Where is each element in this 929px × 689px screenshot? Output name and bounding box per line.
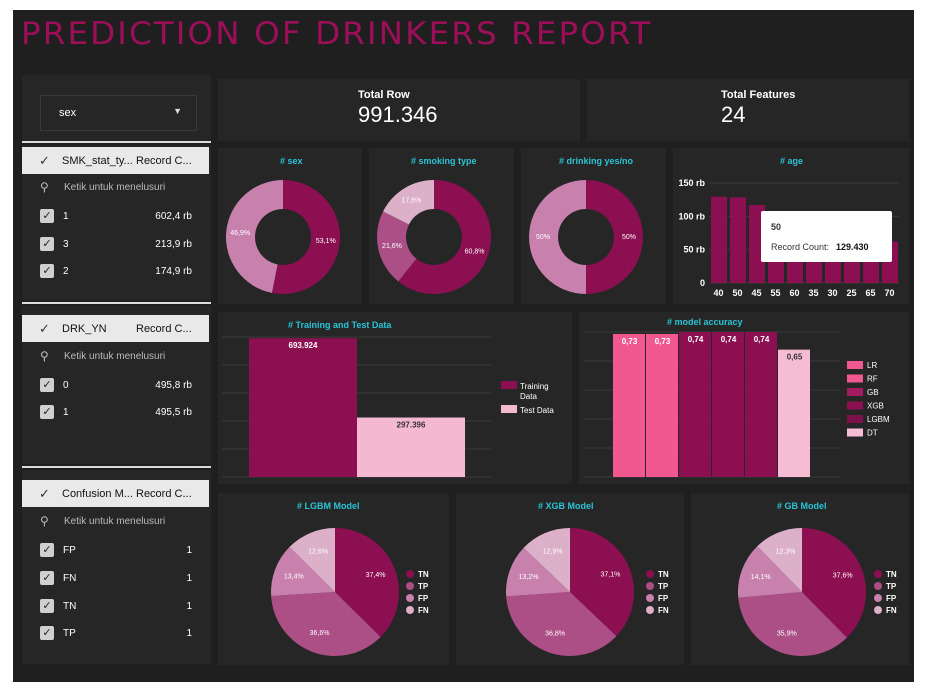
legend-label: Data <box>520 392 537 401</box>
slice-label: 21,6% <box>382 243 402 250</box>
legend-label: TN <box>886 570 897 579</box>
legend-label: FP <box>418 594 429 603</box>
bar <box>745 332 777 477</box>
legend-swatch <box>501 405 517 413</box>
slice-label: 53,1% <box>316 238 336 245</box>
legend-label: FP <box>886 594 897 603</box>
tooltip-title: 50 <box>771 222 781 232</box>
legend-dot <box>406 594 414 602</box>
legend-label: LR <box>867 361 877 370</box>
slice-label: 12,3% <box>775 548 795 555</box>
slice-label: 12,6% <box>308 548 328 555</box>
legend-label: FN <box>658 606 669 615</box>
x-tick-label: 50 <box>732 288 742 298</box>
x-tick-label: 65 <box>865 288 875 298</box>
x-tick-label: 40 <box>713 288 723 298</box>
slice-label: 13,4% <box>284 574 304 581</box>
bar <box>730 197 746 283</box>
y-tick-label: 150 rb <box>678 178 705 188</box>
legend-label: TN <box>658 570 669 579</box>
slice-label: 46,9% <box>230 230 250 237</box>
data-label: 0,74 <box>688 335 704 344</box>
bar <box>646 333 678 477</box>
x-tick-label: 35 <box>808 288 818 298</box>
legend-dot <box>646 606 654 614</box>
legend-label: TP <box>418 582 429 591</box>
bar <box>679 332 711 477</box>
legend-swatch <box>847 415 863 423</box>
x-tick-label: 45 <box>751 288 761 298</box>
legend-label: Test Data <box>520 406 554 415</box>
legend-swatch <box>847 361 863 369</box>
x-tick-label: 70 <box>884 288 894 298</box>
legend-label: XGB <box>867 402 884 411</box>
x-tick-label: 30 <box>827 288 837 298</box>
tooltip-box <box>761 211 892 262</box>
slice-label: 60,8% <box>465 248 485 255</box>
legend-label: FN <box>418 606 429 615</box>
legend-swatch <box>847 374 863 383</box>
legend-label: Training <box>520 382 549 391</box>
legend-dot <box>874 570 882 578</box>
legend-dot <box>646 594 654 602</box>
data-label: 0,65 <box>787 353 803 362</box>
slice-label: 36,6% <box>310 630 330 637</box>
slice-label: 36,8% <box>545 630 565 637</box>
data-label: 0,73 <box>655 337 671 346</box>
data-label: 0,74 <box>754 335 770 344</box>
charts-layer: 53,1% 46,9% 60,8% 21,6% 17,6% 50% 50% 0 50 rb 100… <box>222 178 899 657</box>
legend-label: LGBM <box>867 415 890 424</box>
legend-label: TN <box>418 570 429 579</box>
bar <box>249 338 357 477</box>
legend-dot <box>646 582 654 590</box>
slice-label: 37,1% <box>601 572 621 579</box>
slice-label: 12,9% <box>543 549 563 556</box>
legend-label: FN <box>886 606 897 615</box>
x-tick-label: 60 <box>789 288 799 298</box>
y-tick-label: 50 rb <box>683 245 705 255</box>
legend-label: TP <box>658 582 669 591</box>
legend-dot <box>874 582 882 590</box>
legend-label: RF <box>867 375 878 384</box>
tooltip-label: Record Count: <box>771 242 829 252</box>
x-tick-label: 25 <box>846 288 856 298</box>
legend-swatch <box>847 401 863 410</box>
y-tick-label: 0 <box>700 278 705 288</box>
bar <box>712 332 744 477</box>
bar <box>778 349 810 477</box>
data-label: 0,74 <box>721 335 737 344</box>
tooltip-value: 129.430 <box>836 242 869 252</box>
slice-label: 50% <box>622 234 636 241</box>
slice-label: 14,1% <box>751 574 771 581</box>
legend-label: GB <box>867 388 879 397</box>
legend-swatch <box>847 428 863 437</box>
data-label: 693.924 <box>289 341 318 350</box>
legend-dot <box>646 570 654 578</box>
bar <box>711 196 727 283</box>
slice-label: 37,6% <box>833 572 853 579</box>
legend-swatch <box>847 388 863 396</box>
legend-dot <box>874 594 882 602</box>
slice-label: 13,2% <box>519 574 539 581</box>
slice-label: 17,6% <box>401 197 421 204</box>
legend-dot <box>406 582 414 590</box>
slice-label: 37,4% <box>366 572 386 579</box>
y-tick-label: 100 rb <box>678 211 705 221</box>
legend-label: DT <box>867 429 878 438</box>
x-tick-label: 55 <box>770 288 780 298</box>
legend-dot <box>874 606 882 614</box>
legend-dot <box>406 570 414 578</box>
legend-swatch <box>501 381 517 389</box>
legend-dot <box>406 606 414 614</box>
legend-label: FP <box>658 594 669 603</box>
bar <box>613 333 645 477</box>
slice-label: 35,9% <box>777 630 797 637</box>
legend-label: TP <box>886 582 897 591</box>
data-label: 297.396 <box>397 421 426 430</box>
slice-label: 50% <box>536 234 550 241</box>
data-label: 0,73 <box>622 337 638 346</box>
